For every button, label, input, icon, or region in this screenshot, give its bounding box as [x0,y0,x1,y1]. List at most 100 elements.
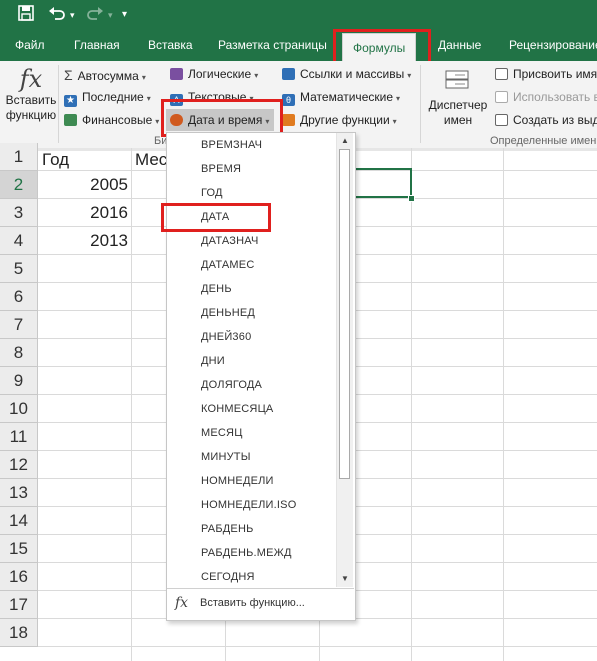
datetime-label: Дата и время [188,113,263,127]
text-button[interactable]: A Текстовые ▾ [170,90,253,106]
menu-item[interactable]: ДНЕЙ360 [201,331,251,343]
separator [420,65,421,143]
fill-handle[interactable] [408,195,415,202]
name-manager-button[interactable]: Диспетчер имен [426,67,490,128]
row-header[interactable]: 11 [0,423,38,451]
menu-item[interactable]: РАБДЕНЬ.МЕЖД [201,547,292,559]
redo-icon[interactable] [86,5,104,27]
column-gridline [503,148,504,661]
row-header[interactable]: 18 [0,619,38,647]
row-header[interactable]: 15 [0,535,38,563]
chevron-down-icon: ▾ [254,71,259,80]
customize-quick-access-icon[interactable]: ▾ [122,5,127,25]
create-from-selection-button[interactable]: Создать из выд [495,113,597,127]
row-header[interactable]: 17 [0,591,38,619]
define-name-button[interactable]: Присвоить имя [495,67,597,81]
row-header[interactable]: 4 [0,227,38,255]
math-button[interactable]: θ Математические ▾ [282,90,400,106]
menu-item[interactable]: ВРЕМЯ [201,163,241,175]
row-header[interactable]: 3 [0,199,38,227]
menu-item[interactable]: ДАТАМЕС [201,259,254,271]
create-from-selection-icon [495,114,508,126]
menu-item[interactable]: РАБДЕНЬ [201,523,254,535]
financial-button[interactable]: Финансовые ▾ [64,113,159,127]
menu-item[interactable]: КОНМЕСЯЦА [201,403,273,415]
menu-item[interactable]: ДЕНЬ [201,283,232,295]
menu-item[interactable]: СЕГОДНЯ [201,571,255,583]
lookup-button[interactable]: Ссылки и массивы ▾ [282,67,411,81]
tag-icon [495,68,508,80]
cell-b1[interactable]: Мес [135,146,167,174]
row-header[interactable]: 7 [0,311,38,339]
row-header[interactable]: 1 [0,143,38,171]
ribbon-tabs: Файл Главная Вставка Разметка страницы Ф… [0,31,597,62]
cell-a3[interactable]: 2016 [42,199,128,227]
menu-item[interactable]: НОМНЕДЕЛИ [201,475,274,487]
row-header[interactable]: 14 [0,507,38,535]
tab-file[interactable]: Файл [15,38,45,52]
use-in-formula-label: Использовать в [513,90,597,104]
autosum-button[interactable]: Σ Автосумма ▾ [64,67,146,83]
math-label: Математические [300,90,393,104]
tab-insert[interactable]: Вставка [148,38,193,52]
lookup-label: Ссылки и массивы [300,67,405,81]
sigma-icon: Σ [64,67,73,83]
undo-icon[interactable] [48,5,66,27]
insert-function-label-1: Вставить [5,93,57,107]
menu-item[interactable]: ДОЛЯГОДА [201,379,262,391]
tab-home[interactable]: Главная [74,38,120,52]
insert-function-menu-item[interactable]: fx Вставить функцию... [167,588,354,619]
row-header[interactable]: 5 [0,255,38,283]
name-manager-label-1: Диспетчер [428,98,488,112]
tab-review[interactable]: Рецензирование [509,38,597,52]
cell-a2[interactable]: 2005 [42,171,128,199]
redo-dropdown-icon[interactable]: ▾ [108,5,113,25]
use-in-formula-icon [495,91,508,103]
scroll-down-icon[interactable]: ▼ [337,571,353,587]
menu-item[interactable]: МИНУТЫ [201,451,251,463]
menu-item[interactable]: ДАТАЗНАЧ [201,235,259,247]
menu-item[interactable]: ГОД [201,187,223,199]
cell-a1[interactable]: Год [42,146,69,174]
save-icon[interactable] [18,5,34,27]
column-gridline [131,148,132,661]
tab-data[interactable]: Данные [438,38,481,52]
menu-item[interactable]: ДЕНЬНЕД [201,307,255,319]
row-header[interactable]: 9 [0,367,38,395]
tab-formulas[interactable]: Формулы [342,33,417,62]
recent-button[interactable]: ★ Последние ▾ [64,90,151,107]
menu-item[interactable]: НОМНЕДЕЛИ.ISO [201,499,296,511]
star-icon: ★ [64,95,77,107]
insert-function-button[interactable]: fx Вставить функцию [4,65,58,135]
recent-label: Последние [82,90,144,104]
undo-dropdown-icon[interactable]: ▾ [70,5,75,25]
insert-function-menu-label: Вставить функцию... [200,597,305,609]
row-header[interactable]: 2 [0,171,38,199]
other-functions-button[interactable]: Другие функции ▾ [282,113,397,127]
menu-scrollbar[interactable]: ▲ ▼ [336,133,353,587]
row-header[interactable]: 16 [0,563,38,591]
fx-icon: fx [175,595,189,611]
menu-item[interactable]: ДАТА [201,211,229,223]
logical-button[interactable]: Логические ▾ [170,67,258,81]
row-header[interactable]: 6 [0,283,38,311]
row-header[interactable]: 12 [0,451,38,479]
menu-item[interactable]: ВРЕМЗНАЧ [201,139,262,151]
datetime-button[interactable]: Дата и время ▾ [166,109,274,131]
use-in-formula-button[interactable]: Использовать в [495,90,597,104]
menu-item[interactable]: ДНИ [201,355,225,367]
insert-function-label-2: функцию [5,108,57,122]
row-header[interactable]: 8 [0,339,38,367]
chevron-down-icon: ▾ [396,94,401,103]
scroll-up-icon[interactable]: ▲ [337,133,353,149]
cell-a4[interactable]: 2013 [42,227,128,255]
scroll-thumb[interactable] [339,149,350,479]
separator [58,65,59,143]
tab-page-layout[interactable]: Разметка страницы [218,38,327,52]
chevron-down-icon: ▾ [249,94,254,103]
row-header[interactable]: 10 [0,395,38,423]
autosum-label: Автосумма [77,69,139,83]
row-header[interactable]: 13 [0,479,38,507]
chevron-down-icon: ▾ [146,94,151,103]
menu-item[interactable]: МЕСЯЦ [201,427,243,439]
